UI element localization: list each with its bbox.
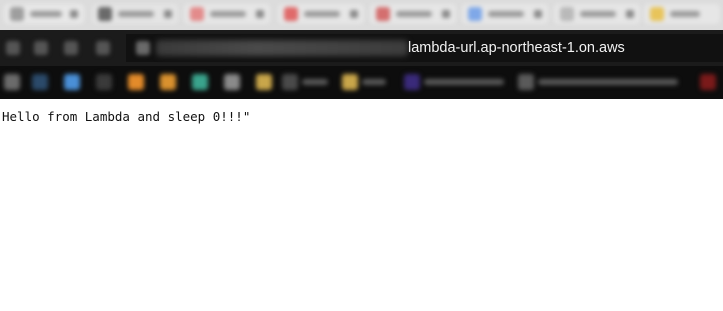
- browser-tab[interactable]: [644, 4, 720, 24]
- close-tab-icon[interactable]: [626, 10, 634, 18]
- forward-icon[interactable]: [34, 41, 48, 55]
- home-icon[interactable]: [96, 41, 110, 55]
- bookmark-icon: [700, 74, 716, 90]
- browser-tab[interactable]: [554, 4, 640, 24]
- url-text: lambda-url.ap-northeast-1.on.aws: [408, 40, 625, 56]
- tab-favicon-icon: [560, 7, 574, 21]
- bookmarks-bar: [0, 66, 723, 99]
- browser-tab[interactable]: [184, 4, 270, 24]
- bookmark-item[interactable]: [518, 74, 688, 90]
- close-tab-icon[interactable]: [534, 10, 542, 18]
- bookmark-icon: [518, 74, 534, 90]
- bookmark-icon: [160, 74, 176, 90]
- url-redacted: [156, 40, 408, 56]
- bookmark-icon: [342, 74, 358, 90]
- page-content: Hello from Lambda and sleep 0!!!": [0, 99, 723, 311]
- bookmark-item[interactable]: [128, 74, 148, 90]
- browser-tab[interactable]: [278, 4, 364, 24]
- close-tab-icon[interactable]: [442, 10, 450, 18]
- bookmark-item[interactable]: [64, 74, 84, 90]
- browser-tab[interactable]: [92, 4, 178, 24]
- bookmark-icon: [282, 74, 298, 90]
- bookmark-item[interactable]: [32, 74, 52, 90]
- bookmark-item[interactable]: [192, 74, 212, 90]
- bookmark-icon: [96, 74, 112, 90]
- reload-icon[interactable]: [64, 41, 78, 55]
- tab-favicon-icon: [98, 7, 112, 21]
- tab-favicon-icon: [650, 7, 664, 21]
- address-bar[interactable]: lambda-url.ap-northeast-1.on.aws: [126, 34, 723, 62]
- close-tab-icon[interactable]: [256, 10, 264, 18]
- close-tab-icon[interactable]: [164, 10, 172, 18]
- close-tab-icon[interactable]: [350, 10, 358, 18]
- bookmark-icon: [224, 74, 240, 90]
- bookmark-icon: [64, 74, 80, 90]
- bookmark-item[interactable]: [224, 74, 244, 90]
- bookmark-icon: [32, 74, 48, 90]
- close-tab-icon[interactable]: [70, 10, 78, 18]
- site-info-icon[interactable]: [136, 41, 150, 55]
- browser-toolbar: lambda-url.ap-northeast-1.on.aws: [0, 30, 723, 66]
- tab-favicon-icon: [190, 7, 204, 21]
- tab-favicon-icon: [284, 7, 298, 21]
- bookmark-item[interactable]: [700, 74, 720, 90]
- bookmark-item[interactable]: [256, 74, 276, 90]
- browser-tab[interactable]: [370, 4, 456, 24]
- bookmark-icon: [192, 74, 208, 90]
- bookmark-icon: [256, 74, 272, 90]
- tab-favicon-icon: [10, 7, 24, 21]
- back-icon[interactable]: [6, 41, 20, 55]
- bookmark-icon: [404, 74, 420, 90]
- bookmark-icon: [128, 74, 144, 90]
- response-body-text: Hello from Lambda and sleep 0!!!": [2, 109, 251, 124]
- tab-favicon-icon: [376, 7, 390, 21]
- browser-window: lambda-url.ap-northeast-1.on.aws Hello f…: [0, 0, 723, 311]
- bookmark-item[interactable]: [96, 74, 116, 90]
- bookmark-item[interactable]: [342, 74, 392, 90]
- bookmark-item[interactable]: [404, 74, 508, 90]
- tab-favicon-icon: [468, 7, 482, 21]
- bookmark-item[interactable]: [282, 74, 332, 90]
- apps-icon: [4, 74, 20, 90]
- browser-tab[interactable]: [4, 4, 84, 24]
- bookmark-item[interactable]: [4, 74, 24, 90]
- browser-tab[interactable]: [462, 4, 548, 24]
- tab-strip: [0, 0, 723, 30]
- bookmark-item[interactable]: [160, 74, 180, 90]
